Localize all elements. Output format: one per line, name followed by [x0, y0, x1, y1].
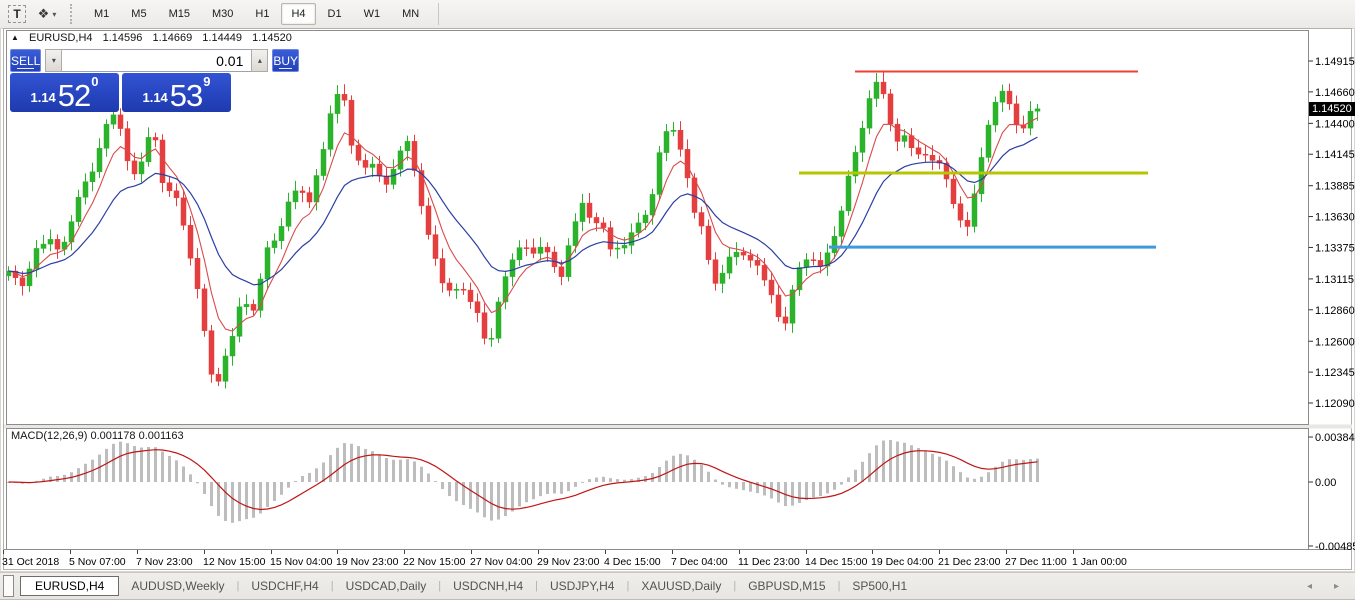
- one-click-trade-panel: SELL ▾ ▴ BUY 1.14 52 0 1.14 53 9: [10, 49, 231, 112]
- ohlc-high: 1.14669: [152, 32, 192, 44]
- svg-text:21 Dec 23:00: 21 Dec 23:00: [938, 556, 1001, 568]
- timeframe-button-mn[interactable]: MN: [392, 3, 429, 25]
- volume-stepper: ▾ ▴: [45, 49, 268, 72]
- svg-text:14 Dec 15:00: 14 Dec 15:00: [805, 556, 868, 568]
- buy-button[interactable]: BUY: [272, 49, 299, 72]
- ohlc-close: 1.14520: [252, 32, 292, 44]
- toolbar-grip[interactable]: [70, 4, 75, 24]
- toolbar-separator: [438, 3, 439, 25]
- timeframe-button-w1[interactable]: W1: [354, 3, 391, 25]
- tab-audusd-weekly[interactable]: AUDUSD,Weekly: [119, 576, 236, 596]
- tab-scroll-arrows: ◂▸: [1307, 581, 1339, 592]
- svg-text:29 Nov 23:00: 29 Nov 23:00: [537, 556, 600, 568]
- tab-sp500-h1[interactable]: SP500,H1: [840, 576, 919, 596]
- sell-price-display[interactable]: 1.14 52 0: [10, 73, 119, 112]
- svg-text:11 Dec 23:00: 11 Dec 23:00: [738, 556, 800, 568]
- tab-usdcad-daily[interactable]: USDCAD,Daily: [334, 576, 439, 596]
- arrange-icon: ❖: [38, 6, 50, 22]
- tab-bar-notch: [3, 575, 14, 597]
- svg-text:12 Nov 15:00: 12 Nov 15:00: [203, 556, 266, 568]
- chart-symbol-label: EURUSD,H4: [29, 32, 93, 44]
- svg-text:27 Dec 11:00: 27 Dec 11:00: [1005, 556, 1067, 568]
- tab-scroll-right-icon[interactable]: ▸: [1334, 581, 1339, 592]
- svg-text:0.00: 0.00: [1315, 477, 1336, 489]
- chevron-down-icon: ▾: [52, 10, 56, 19]
- svg-text:7 Nov 23:00: 7 Nov 23:00: [136, 556, 193, 568]
- ohlc-open: 1.14596: [103, 32, 143, 44]
- svg-text:7 Dec 04:00: 7 Dec 04:00: [671, 556, 728, 568]
- svg-text:1 Jan 00:00: 1 Jan 00:00: [1072, 556, 1127, 568]
- macd-indicator-label: MACD(12,26,9) 0.001178 0.001163: [11, 430, 184, 442]
- chart-ohlc-title: ▲ EURUSD,H4 1.14596 1.14669 1.14449 1.14…: [11, 32, 299, 44]
- svg-text:1.13115: 1.13115: [1315, 274, 1354, 286]
- tab-scroll-left-icon[interactable]: ◂: [1307, 581, 1312, 592]
- svg-text:1.14400: 1.14400: [1315, 118, 1355, 130]
- svg-text:0.003847: 0.003847: [1315, 432, 1355, 444]
- svg-text:1.12860: 1.12860: [1315, 305, 1355, 317]
- svg-text:19 Dec 04:00: 19 Dec 04:00: [871, 556, 934, 568]
- sell-price-big-digits: 52: [58, 82, 90, 109]
- svg-text:15 Nov 04:00: 15 Nov 04:00: [270, 556, 333, 568]
- buy-price-pip-digit: 9: [203, 74, 210, 89]
- svg-text:1.13630: 1.13630: [1315, 212, 1355, 224]
- current-price-badge: 1.14520: [1309, 102, 1355, 116]
- svg-text:1.12345: 1.12345: [1315, 367, 1355, 379]
- timeframe-button-m1[interactable]: M1: [84, 3, 119, 25]
- tab-usdchf-h4[interactable]: USDCHF,H4: [239, 576, 330, 596]
- svg-text:4 Dec 15:00: 4 Dec 15:00: [604, 556, 661, 568]
- tab-eurusd-h4[interactable]: EURUSD,H4: [20, 576, 119, 596]
- timeframe-group: M1M5M15M30H1H4D1W1MN: [83, 0, 430, 28]
- svg-text:22 Nov 15:00: 22 Nov 15:00: [403, 556, 466, 568]
- buy-price-display[interactable]: 1.14 53 9: [122, 73, 231, 112]
- svg-text:1.14660: 1.14660: [1315, 87, 1355, 99]
- svg-text:1.13885: 1.13885: [1315, 181, 1355, 193]
- svg-text:1.14145: 1.14145: [1315, 149, 1355, 161]
- sell-price-pip-digit: 0: [91, 74, 98, 89]
- timeframe-button-m5[interactable]: M5: [121, 3, 156, 25]
- panel-toggle-icon[interactable]: ▲: [11, 33, 19, 42]
- volume-decrease-button[interactable]: ▾: [45, 49, 62, 72]
- buy-price-big-digits: 53: [170, 82, 202, 109]
- timeframe-button-h4[interactable]: H4: [281, 3, 315, 25]
- ohlc-low: 1.14449: [202, 32, 242, 44]
- svg-text:1.12090: 1.12090: [1315, 398, 1355, 410]
- tab-xauusd-daily[interactable]: XAUUSD,Daily: [629, 576, 733, 596]
- text-tool-button[interactable]: T: [4, 3, 30, 25]
- tab-usdjpy-h4[interactable]: USDJPY,H4: [538, 576, 626, 596]
- svg-text:5 Nov 07:00: 5 Nov 07:00: [69, 556, 126, 568]
- svg-text:1.13375: 1.13375: [1315, 242, 1355, 254]
- toolbar: T ❖ ▾ M1M5M15M30H1H4D1W1MN: [0, 0, 1355, 29]
- svg-text:1.14915: 1.14915: [1315, 56, 1355, 68]
- chart-tab-bar: EURUSD,H4AUDUSD,Weekly|USDCHF,H4|USDCAD,…: [0, 572, 1355, 600]
- sell-price-prefix: 1.14: [30, 90, 55, 105]
- tab-usdcnh-h4[interactable]: USDCNH,H4: [441, 576, 535, 596]
- svg-text:19 Nov 23:00: 19 Nov 23:00: [336, 556, 399, 568]
- timeframe-button-h1[interactable]: H1: [245, 3, 279, 25]
- svg-text:31 Oct 2018: 31 Oct 2018: [2, 556, 59, 568]
- sell-button[interactable]: SELL: [10, 49, 41, 72]
- tab-gbpusd-m15[interactable]: GBPUSD,M15: [736, 576, 837, 596]
- svg-text:27 Nov 04:00: 27 Nov 04:00: [470, 556, 533, 568]
- buy-price-prefix: 1.14: [142, 90, 167, 105]
- volume-input[interactable]: [62, 49, 251, 72]
- arrange-windows-button[interactable]: ❖ ▾: [34, 3, 60, 25]
- timeframe-button-m15[interactable]: M15: [159, 3, 200, 25]
- svg-text:-0.004856: -0.004856: [1315, 541, 1355, 553]
- timeframe-button-m30[interactable]: M30: [202, 3, 243, 25]
- volume-increase-button[interactable]: ▴: [251, 49, 268, 72]
- svg-text:1.12600: 1.12600: [1315, 336, 1355, 348]
- macd-frame: [7, 429, 1309, 550]
- text-tool-icon: T: [8, 5, 25, 23]
- timeframe-button-d1[interactable]: D1: [318, 3, 352, 25]
